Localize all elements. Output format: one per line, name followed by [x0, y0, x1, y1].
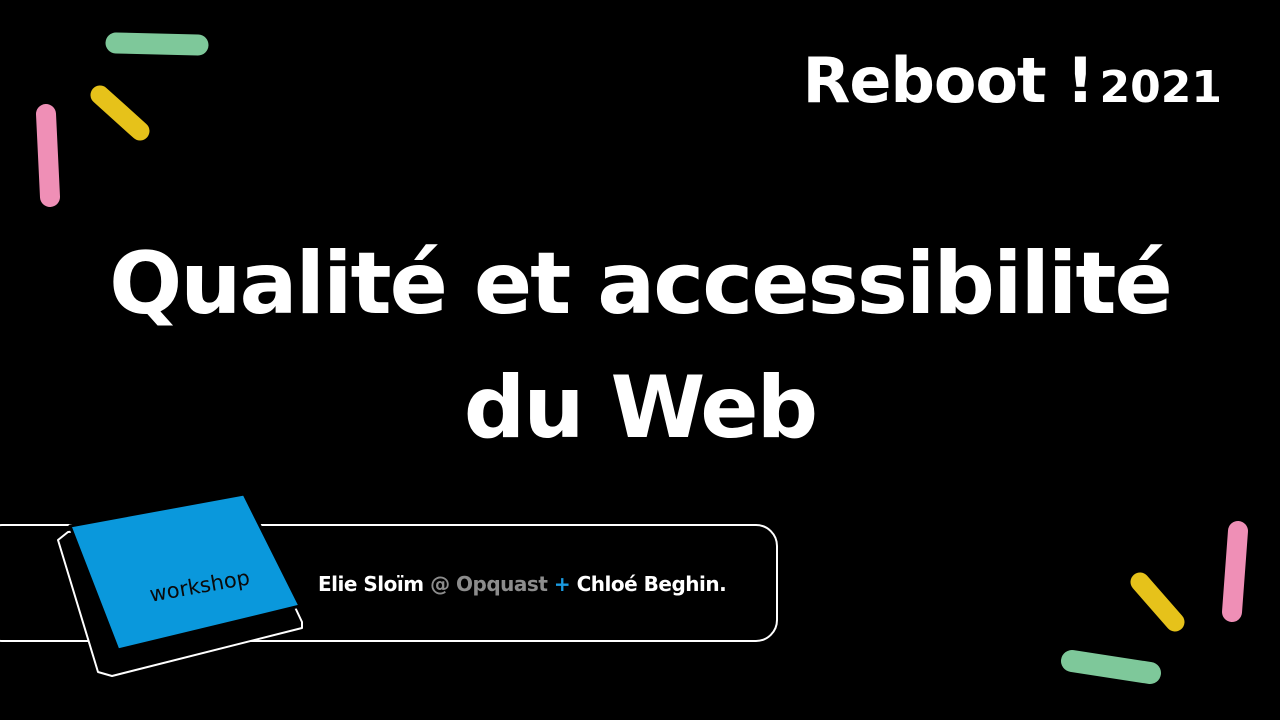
pink-stroke — [36, 104, 60, 207]
green-stroke — [105, 32, 209, 56]
pink-stroke — [1222, 521, 1248, 622]
confetti-top-left — [36, 32, 209, 207]
speaker-organization: Opquast — [456, 572, 548, 596]
workshop-badge: workshop — [57, 492, 303, 677]
yellow-stroke — [1130, 572, 1185, 632]
talk-title: Qualité et accessibilité du Web — [0, 222, 1280, 470]
green-stroke — [1061, 650, 1161, 684]
yellow-stroke — [90, 85, 150, 141]
speaker-name-1: Elie Sloïm — [318, 572, 424, 596]
event-name: Reboot ! — [802, 44, 1095, 117]
speaker-credits: Elie Sloïm @ Opquast + Chloé Beghin. — [318, 572, 727, 596]
confetti-bottom-right — [1061, 521, 1248, 684]
speaker-name-2: Chloé Beghin. — [576, 572, 727, 596]
event-brand: Reboot ! 2021 — [803, 44, 1222, 117]
title-line-1: Qualité et accessibilité — [109, 234, 1173, 334]
title-line-2: du Web — [463, 358, 818, 458]
plus-sign: + — [553, 572, 571, 596]
at-sign: @ — [430, 572, 450, 596]
event-year: 2021 — [1099, 62, 1222, 113]
